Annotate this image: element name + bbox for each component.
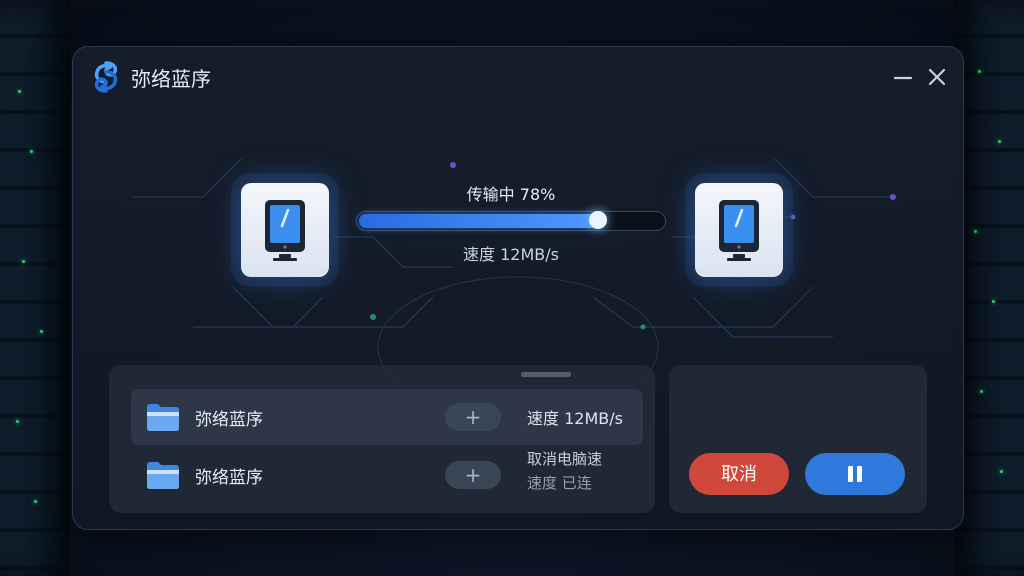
file-status-line: 取消电脑速 (527, 450, 603, 468)
background-server-rack-right (954, 0, 1024, 576)
swirl-logo-icon (94, 61, 118, 93)
folder-icon (147, 404, 179, 431)
add-button[interactable]: + (445, 461, 501, 489)
tablet-icon (265, 200, 305, 261)
tablet-icon (719, 200, 759, 261)
add-button[interactable]: + (445, 403, 501, 431)
file-name: 弥络蓝序 (195, 410, 263, 430)
cancel-button[interactable]: 取消 (689, 453, 789, 495)
transfer-status: 传输中 78% (466, 185, 556, 204)
pause-button[interactable] (805, 453, 905, 495)
file-list-panel: 弥络蓝序 + 速度 12MB/s 弥络蓝序 + 取消电脑速 速度 已连 (109, 365, 655, 513)
file-row[interactable]: 弥络蓝序 + 取消电脑速 速度 已连 (131, 447, 643, 503)
drag-handle[interactable] (521, 372, 571, 377)
background-server-rack-left (0, 0, 70, 576)
file-name: 弥络蓝序 (195, 468, 263, 488)
transfer-window: 弥络蓝序 传输中 78% 速度 12MB/s 弥络蓝序 + 速度 12MB/s … (72, 46, 964, 530)
file-row[interactable]: 弥络蓝序 + 速度 12MB/s (131, 389, 643, 445)
transfer-speed: 速度 12MB/s (463, 245, 559, 264)
target-device (695, 183, 783, 277)
app-title: 弥络蓝序 (131, 66, 211, 91)
source-device (241, 183, 329, 277)
action-panel: 取消 (669, 365, 927, 513)
minimize-icon[interactable] (891, 65, 915, 89)
progress-knob (588, 211, 607, 229)
file-status: 取消电脑速 速度 已连 (527, 447, 602, 495)
close-icon[interactable] (925, 65, 949, 89)
folder-icon (147, 462, 179, 489)
progress-fill (359, 214, 598, 228)
progress-bar (356, 211, 666, 231)
titlebar: 弥络蓝序 (89, 61, 211, 93)
file-status-subline: 速度 已连 (527, 474, 592, 492)
file-speed: 速度 12MB/s (527, 409, 623, 428)
